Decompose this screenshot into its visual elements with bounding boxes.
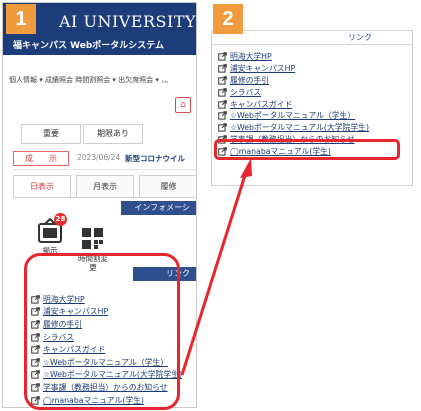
external-link-icon: [218, 64, 227, 73]
timetable-icon: [82, 228, 103, 249]
link-text[interactable]: ☆Webポータルマニュアル(大学院学生): [230, 122, 369, 133]
info-section-header: インフォメーシ: [121, 201, 196, 215]
tab-registration-view[interactable]: 履修: [139, 175, 196, 197]
link-text[interactable]: ☆Webポータルマニュアル（学生）: [230, 110, 355, 121]
link-item[interactable]: 浦安キャンパスHP: [218, 63, 369, 75]
tab-important[interactable]: 重要: [21, 124, 81, 144]
tab-day-view[interactable]: 日表示: [13, 175, 71, 197]
step-badge-1: 1: [6, 4, 36, 34]
external-link-icon: [218, 111, 227, 120]
step-badge-2: 2: [213, 4, 243, 34]
notice-title[interactable]: 新型コロナウイル: [125, 153, 185, 164]
links-zoom-panel: リンク 明海大学HP 浦安キャンパスHP 履修の手引 シラバス キャンパスガイド ☆Web…: [211, 30, 413, 186]
external-link-icon: [218, 99, 227, 109]
external-link-icon: [218, 88, 227, 97]
tab-month-view[interactable]: 月表示: [76, 175, 134, 197]
notice-badge: 成 示: [13, 151, 69, 166]
external-link-icon: [218, 123, 227, 132]
step-number: 2: [222, 7, 234, 30]
link-item[interactable]: 明海大学HP: [218, 51, 369, 63]
external-link-icon: [218, 123, 227, 132]
link-item[interactable]: キャンパスガイド: [218, 98, 369, 110]
external-link-icon: [218, 52, 227, 61]
link-item[interactable]: シラバス: [218, 86, 369, 98]
link-text[interactable]: シラバス: [230, 87, 261, 98]
bulletin-button[interactable]: 28 掲示: [33, 213, 67, 256]
link-item[interactable]: ☆Webポータルマニュアル(大学院学生): [218, 122, 369, 134]
link-item[interactable]: 履修の手引: [218, 75, 369, 87]
external-link-icon: [218, 88, 227, 97]
step-number: 1: [15, 7, 27, 30]
home-icon[interactable]: ⌂: [175, 97, 191, 113]
university-name: AI UNIVERSITY: [59, 12, 197, 31]
link-text[interactable]: 履修の手引: [230, 75, 269, 86]
filter-tabs: 重要 期限あり: [13, 124, 196, 144]
notice-row[interactable]: 成 示 2023/06/24 新型コロナウイル: [13, 151, 196, 166]
highlight-target-link-box: [214, 139, 400, 160]
highlight-links-box: [24, 253, 180, 410]
external-link-icon: [218, 64, 227, 73]
notification-badge: 28: [54, 213, 67, 226]
external-link-icon: [218, 111, 227, 120]
external-link-icon: [218, 52, 227, 61]
external-link-icon: [218, 76, 227, 85]
notice-date: 2023/06/24: [77, 153, 121, 162]
external-link-icon: [218, 76, 227, 85]
view-tabs: 日表示 月表示 履修: [13, 175, 196, 198]
link-text[interactable]: 明海大学HP: [230, 51, 272, 62]
divider: [13, 169, 196, 170]
external-link-icon: [218, 99, 227, 109]
link-text[interactable]: キャンパスガイド: [230, 99, 292, 110]
main-menu[interactable]: 個人情報 ▾ 成績照会 時間割照会 ▾ 出欠席照会 ▾ ⺣: [9, 75, 168, 85]
link-text[interactable]: 浦安キャンパスHP: [230, 63, 295, 74]
link-item[interactable]: ☆Webポータルマニュアル（学生）: [218, 110, 369, 122]
system-name: 福キャンパス Webポータルシステム: [13, 41, 165, 51]
tab-deadline[interactable]: 期限あり: [83, 124, 143, 144]
